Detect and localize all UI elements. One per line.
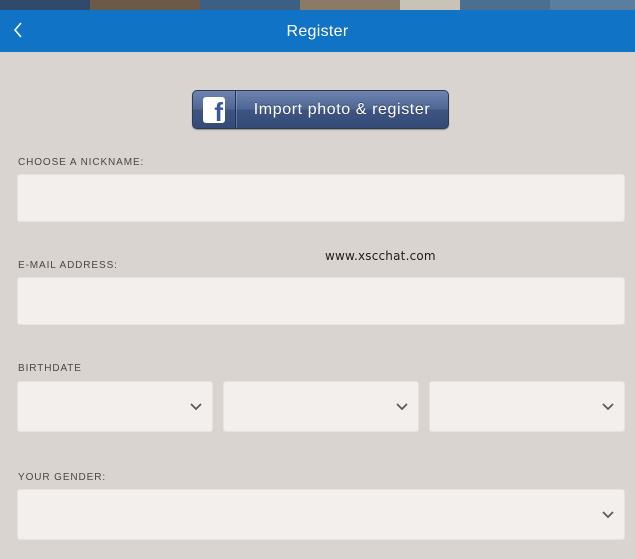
birthdate-label: BIRTHDATE (18, 363, 82, 374)
email-input[interactable] (17, 277, 625, 325)
birthdate-day-select[interactable] (17, 381, 213, 432)
chevron-down-icon (602, 510, 614, 518)
chevron-down-icon (190, 402, 202, 410)
gender-label: YOUR GENDER: (18, 472, 107, 483)
watermark-text: www.xscchat.com (325, 249, 436, 263)
facebook-import-register-button[interactable]: f Import photo & register (192, 90, 449, 129)
header-photo-strip (0, 0, 635, 10)
birthdate-year-select[interactable] (429, 381, 625, 432)
chevron-down-icon (396, 402, 408, 410)
top-bar: Register (0, 10, 635, 52)
gender-select[interactable] (17, 489, 625, 540)
birthdate-month-select[interactable] (223, 381, 419, 432)
facebook-button-label: Import photo & register (253, 100, 431, 118)
nickname-input[interactable] (17, 174, 625, 222)
chevron-down-icon (602, 402, 614, 410)
email-label: E-MAIL ADDRESS: (18, 260, 118, 271)
nickname-label: CHOOSE A NICKNAME: (18, 157, 145, 168)
page-title: Register (286, 23, 349, 40)
facebook-icon: f (193, 91, 236, 128)
